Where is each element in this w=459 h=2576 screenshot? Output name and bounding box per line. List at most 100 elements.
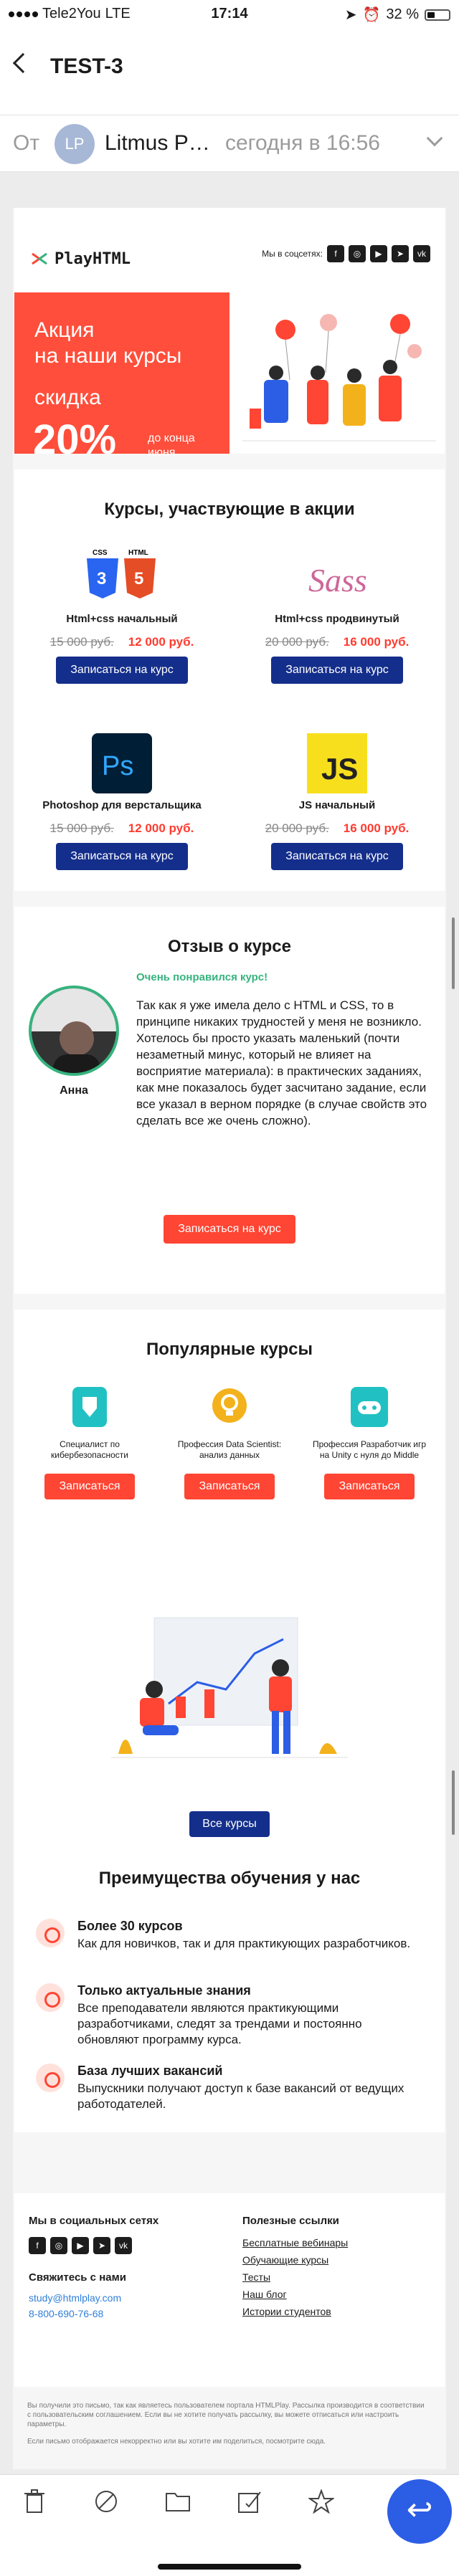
promo-banner[interactable]: Акция на наши курсы скидка 20% до конца … (14, 292, 230, 463)
popular-illustration (111, 1617, 348, 1758)
avatar: LP (55, 124, 95, 164)
popular-card[interactable]: Профессия Разработчик игр на Unity с нул… (308, 1387, 430, 1499)
enroll-button[interactable]: Записаться на курс (164, 1215, 295, 1244)
course-name: Html+css продвинутый (275, 613, 399, 625)
compose-icon[interactable] (235, 2489, 264, 2518)
popular-course-name: Специалист по кибербезопасности (51, 1439, 128, 1460)
youtube-icon[interactable]: ▶ (72, 2237, 89, 2254)
enroll-button[interactable]: Записаться (184, 1474, 275, 1499)
reviewer-photo (29, 986, 119, 1076)
contact-phone[interactable]: 8-800-690-76-68 (29, 2308, 158, 2319)
popular-card[interactable]: Профессия Data Scientist: анализ данных … (169, 1387, 290, 1499)
course-card[interactable]: JS JS начальный 20 000 руб. 16 000 руб. … (244, 733, 430, 870)
advantage-text: Выпускники получают доступ к базе ваканс… (77, 2081, 404, 2111)
old-price: 20 000 руб. (265, 635, 329, 649)
advantages-title: Преимущества обучения у нас (98, 1869, 361, 1888)
enroll-button[interactable]: Записаться (324, 1474, 415, 1499)
contact-email[interactable]: study@htmlplay.com (29, 2292, 158, 2304)
course-card[interactable]: Sass Html+css продвинутый 20 000 руб. 16… (244, 548, 430, 684)
instagram-icon[interactable]: ◎ (50, 2237, 67, 2254)
sender-name: Litmus P… (105, 131, 210, 155)
header-social: Мы в соцсетях: f ◎ ▶ ➤ vk (262, 245, 430, 262)
bottom-toolbar: ↩ (0, 2474, 459, 2576)
shield-icon (72, 1387, 107, 1427)
course-name: JS начальный (298, 799, 376, 811)
youtube-icon[interactable]: ▶ (370, 245, 387, 262)
sass-icon: Sass (308, 548, 367, 606)
from-label: От (13, 131, 40, 155)
course-name: Html+css начальный (66, 613, 178, 625)
review-title: Отзыв о курсе (168, 937, 291, 956)
star-icon[interactable] (307, 2489, 336, 2518)
telegram-icon[interactable]: ➤ (392, 245, 409, 262)
promo-line2: на наши курсы (34, 344, 182, 368)
folder-icon[interactable] (164, 2489, 192, 2518)
enroll-button[interactable]: Записаться на курс (271, 657, 403, 684)
facebook-icon[interactable]: f (29, 2237, 46, 2254)
facebook-icon[interactable]: f (327, 245, 344, 262)
logo-text: PlayHTML (55, 249, 131, 268)
enroll-button[interactable]: Записаться на курс (56, 657, 188, 684)
location-icon: ➤ (344, 7, 357, 23)
photoshop-icon: Ps (92, 733, 152, 793)
promo-illustration (242, 314, 436, 442)
scrollbar[interactable] (452, 917, 455, 989)
email-body: PlayHTML Мы в соцсетях: f ◎ ▶ ➤ vk Акция… (13, 208, 446, 2469)
battery-icon (425, 9, 450, 21)
sent-time: сегодня в 16:56 (225, 131, 380, 155)
reply-icon[interactable]: ↩ (387, 2479, 452, 2544)
logo[interactable]: PlayHTML (30, 249, 131, 268)
trash-icon[interactable] (20, 2489, 49, 2518)
old-price: 15 000 руб. (49, 635, 114, 649)
telegram-icon[interactable]: ➤ (93, 2237, 110, 2254)
footer-link[interactable]: Истории студентов (242, 2303, 348, 2320)
target-icon (36, 2064, 65, 2092)
enroll-button[interactable]: Записаться на курс (271, 843, 403, 870)
svg-text:Ps: Ps (102, 751, 133, 781)
vk-icon[interactable]: vk (115, 2237, 132, 2254)
vk-icon[interactable]: vk (413, 245, 430, 262)
course-price: 20 000 руб. 16 000 руб. (244, 821, 430, 836)
footer-social: Мы в социальных сетях f ◎ ▶ ➤ vk Свяжите… (29, 2215, 158, 2319)
promo-line3: скидка (34, 386, 101, 409)
legal-text-2: Если письмо отображается некорректно или… (27, 2438, 326, 2446)
promo-until: до конца июня (148, 432, 195, 459)
advantage-title: База лучших вакансий (77, 2064, 223, 2078)
footer-link[interactable]: Обучающие курсы (242, 2251, 348, 2269)
clock-icon (36, 1983, 65, 2012)
footer-link[interactable]: Тесты (242, 2269, 348, 2286)
js-icon: JS (307, 733, 367, 793)
email-footer: Мы в социальных сетях f ◎ ▶ ➤ vk Свяжите… (14, 2193, 445, 2387)
reviewer-name: Анна (60, 1084, 88, 1097)
svg-text:CSS: CSS (93, 549, 108, 557)
svg-text:JS: JS (321, 752, 358, 786)
instagram-icon[interactable]: ◎ (349, 245, 366, 262)
block-icon[interactable] (92, 2489, 120, 2518)
popular-course-name: Профессия Разработчик игр на Unity с нул… (312, 1439, 427, 1460)
course-card[interactable]: Ps Photoshop для верстальщика 15 000 руб… (29, 733, 215, 870)
svg-text:HTML: HTML (128, 549, 148, 557)
svg-text:Sass: Sass (308, 562, 367, 598)
course-price: 20 000 руб. 16 000 руб. (244, 635, 430, 649)
review-section: Отзыв о курсе Анна Очень понравился курс… (14, 907, 445, 1294)
footer-link[interactable]: Наш блог (242, 2286, 348, 2303)
enroll-button[interactable]: Записаться (44, 1474, 135, 1499)
css-html-icon: CSS 3 HTML 5 (87, 548, 156, 606)
links-title: Полезные ссылки (242, 2215, 339, 2227)
alarm-icon: ⏰ (362, 7, 381, 23)
review-text: Так как я уже имела дело с HTML и CSS, т… (136, 998, 427, 1127)
svg-text:5: 5 (134, 569, 143, 588)
advantage-title: Только актуальные знания (77, 1983, 251, 1998)
social-label: Мы в соцсетях: (262, 249, 323, 259)
courses-section: Курсы, участвующие в акции CSS 3 HTML 5 … (14, 469, 445, 891)
lightbulb-icon (212, 1388, 247, 1423)
enroll-button[interactable]: Записаться на курс (56, 843, 188, 870)
all-courses-button[interactable]: Все курсы (189, 1811, 270, 1837)
course-card[interactable]: CSS 3 HTML 5 Html+css начальный 15 000 р… (29, 548, 215, 684)
popular-card[interactable]: Специалист по кибербезопасности Записать… (29, 1387, 151, 1499)
chevron-down-icon[interactable] (426, 130, 443, 147)
scrollbar-2[interactable] (452, 1770, 455, 1835)
footer-link[interactable]: Бесплатные вебинары (242, 2234, 348, 2251)
new-price: 16 000 руб. (343, 821, 410, 835)
sender-row[interactable]: От LP Litmus P… сегодня в 16:56 (0, 115, 459, 172)
